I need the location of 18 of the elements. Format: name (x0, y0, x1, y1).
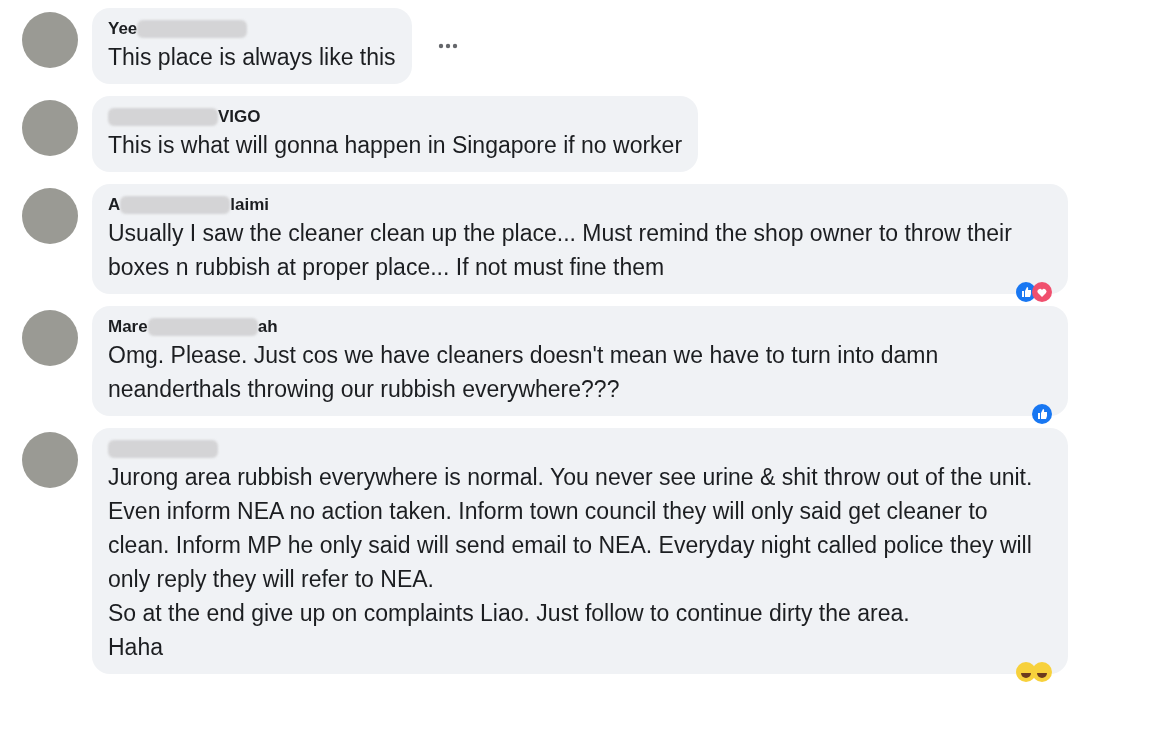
like-icon (1032, 404, 1052, 424)
avatar[interactable] (22, 310, 78, 366)
avatar[interactable] (22, 432, 78, 488)
avatar[interactable] (22, 188, 78, 244)
avatar[interactable] (22, 12, 78, 68)
author-name[interactable]: A (108, 195, 121, 215)
author-name[interactable]: Yee (108, 19, 138, 39)
comment-text: This place is always like this (108, 43, 396, 72)
author-name[interactable]: VIGO (218, 107, 261, 127)
laughing-face-icon (1032, 662, 1052, 682)
avatar[interactable] (22, 100, 78, 156)
comment-text: Omg. Please. Just cos we have cleaners doesn't mean we have to turn into damn neanderthals throwing our rubbish everywhere??? (108, 341, 940, 404)
author-name[interactable]: Mare (108, 317, 148, 337)
comment-text: Usually I saw the cleaner clean up the place... Must remind the shop owner to throw their boxes n rubbish at proper place... If not must fine them (108, 219, 1013, 282)
author-name[interactable]: laimi (230, 195, 270, 215)
author-name[interactable]: ah (257, 317, 278, 337)
comment-text: Jurong area rubbish everywhere is normal. You never see urine & shit throw out of the unit. Even inform NEA no action taken. Inform town council they will only said get cleaner to clean. Inform MP he only said will send email to NEA. Everyday night called police they will only reply they will refer to NEA. So at the end give up on complaints Liao. Just follow to continue dirty the area. Haha (108, 463, 1034, 662)
comment-text: This is what will gonna happen in Singapore if no worker (108, 131, 683, 160)
